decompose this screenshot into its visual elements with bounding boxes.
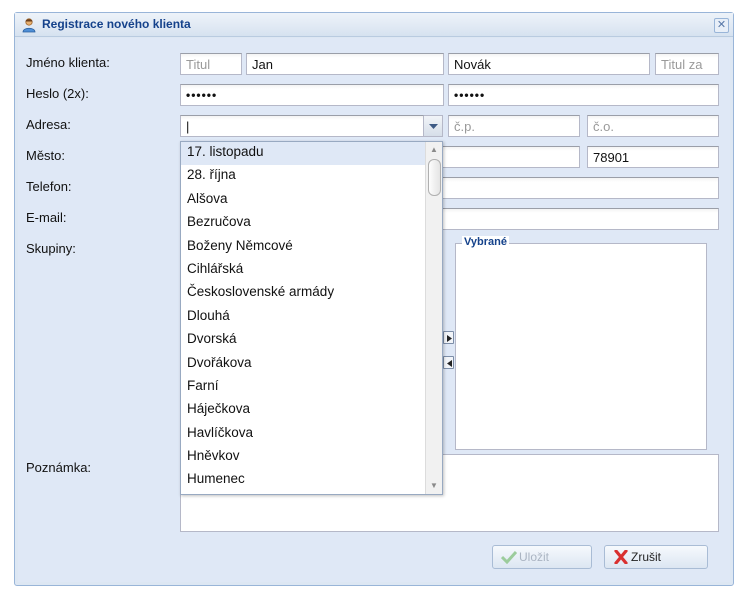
- phone-input[interactable]: [440, 177, 719, 199]
- close-icon[interactable]: ✕: [714, 18, 729, 33]
- street-combobox-trigger[interactable]: [424, 115, 443, 137]
- title-before-input[interactable]: Titul: [180, 53, 242, 75]
- add-group-button[interactable]: [443, 331, 454, 344]
- last-name-input[interactable]: Novák: [448, 53, 650, 75]
- scroll-down-icon[interactable]: ▼: [426, 478, 442, 494]
- list-item[interactable]: Bezručova: [181, 212, 442, 235]
- list-item[interactable]: Dvorská: [181, 329, 442, 352]
- city-input[interactable]: [440, 146, 580, 168]
- phone-label: Telefon:: [26, 179, 72, 194]
- check-icon: [500, 550, 518, 567]
- list-item[interactable]: Cihlářská: [181, 259, 442, 282]
- list-item[interactable]: 28. října: [181, 165, 442, 188]
- street-dropdown-list[interactable]: 17. listopadu 28. října Alšova Bezručova…: [180, 141, 443, 495]
- list-item[interactable]: Dlouhá: [181, 306, 442, 329]
- orientation-number-input[interactable]: č.o.: [587, 115, 719, 137]
- list-item[interactable]: 17. listopadu: [181, 142, 442, 166]
- first-name-input[interactable]: Jan: [246, 53, 444, 75]
- save-button-label: Uložit: [519, 550, 550, 564]
- list-item[interactable]: Humenec: [181, 469, 442, 492]
- window-title: Registrace nového klienta: [42, 17, 191, 31]
- list-item[interactable]: Farní: [181, 376, 442, 399]
- groups-label: Skupiny:: [26, 241, 76, 256]
- password-label: Heslo (2x):: [26, 86, 89, 101]
- list-item[interactable]: Alšova: [181, 189, 442, 212]
- list-item[interactable]: Havlíčkova: [181, 423, 442, 446]
- save-button[interactable]: Uložit: [492, 545, 592, 569]
- chevron-down-icon: [429, 124, 438, 129]
- scroll-up-icon[interactable]: ▲: [426, 142, 442, 158]
- name-label: Jméno klienta:: [26, 55, 110, 70]
- list-item[interactable]: Boženy Němcové: [181, 236, 442, 259]
- email-input[interactable]: [440, 208, 719, 230]
- address-label: Adresa:: [26, 117, 71, 132]
- password-confirm-input[interactable]: ••••••: [448, 84, 719, 106]
- cancel-button[interactable]: Zrušit: [604, 545, 708, 569]
- password-input[interactable]: ••••••: [180, 84, 444, 106]
- cancel-button-label: Zrušit: [631, 550, 661, 564]
- list-item[interactable]: Hněvkov: [181, 446, 442, 469]
- user-icon: [21, 17, 37, 33]
- remove-group-button[interactable]: [443, 356, 454, 369]
- scrollbar-thumb[interactable]: [428, 159, 441, 196]
- street-combobox-input[interactable]: |: [180, 115, 424, 137]
- selected-groups-fieldset[interactable]: Vybrané: [455, 236, 707, 450]
- note-label: Poznámka:: [26, 460, 92, 475]
- arrow-right-icon: [447, 335, 452, 342]
- arrow-left-icon: [447, 360, 452, 367]
- selected-groups-legend: Vybrané: [462, 236, 510, 248]
- list-item[interactable]: Dvořákova: [181, 353, 442, 376]
- city-label: Město:: [26, 148, 66, 163]
- cross-icon: [613, 549, 629, 567]
- house-number-input[interactable]: č.p.: [448, 115, 580, 137]
- window-titlebar[interactable]: Registrace nového klienta ✕: [15, 13, 733, 37]
- list-item[interactable]: Háječkova: [181, 399, 442, 422]
- zip-input[interactable]: 78901: [587, 146, 719, 168]
- email-label: E-mail:: [26, 210, 67, 225]
- list-item[interactable]: Československé armády: [181, 282, 442, 305]
- dropdown-scrollbar[interactable]: ▲ ▼: [425, 142, 442, 494]
- title-after-input[interactable]: Titul za: [655, 53, 719, 75]
